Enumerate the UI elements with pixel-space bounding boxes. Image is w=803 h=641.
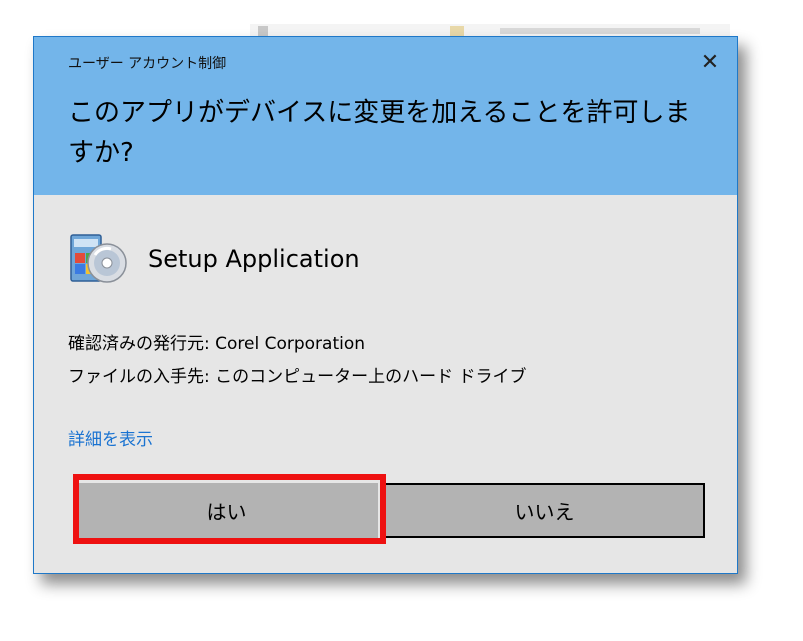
publisher-label: 確認済みの発行元: Corel Corporation (68, 334, 366, 354)
folder-icon (450, 26, 464, 36)
dialog-header: ユーザー アカウント制御 ✕ このアプリがデバイスに変更を加えることを許可します… (34, 37, 737, 195)
app-name: Setup Application (148, 245, 360, 273)
desktop-shape (258, 26, 268, 36)
no-button-label: いいえ (514, 500, 575, 524)
yes-button-label: はい (206, 500, 247, 524)
close-icon: ✕ (700, 49, 720, 75)
show-details-link[interactable]: 詳細を表示 (68, 425, 153, 450)
setup-disc-icon (70, 234, 127, 283)
no-button[interactable]: いいえ (384, 483, 705, 538)
desktop-shape (500, 28, 700, 34)
dialog-question: このアプリがデバイスに変更を加えることを許可しますか? (68, 98, 691, 168)
close-button[interactable]: ✕ (693, 47, 727, 77)
dialog-caption: ユーザー アカウント制御 (68, 56, 227, 72)
file-origin-label: ファイルの入手先: このコンピューター上のハード ドライブ (68, 367, 527, 387)
yes-button[interactable]: はい (75, 483, 378, 538)
uac-dialog: ユーザー アカウント制御 ✕ このアプリがデバイスに変更を加えることを許可します… (33, 36, 738, 574)
